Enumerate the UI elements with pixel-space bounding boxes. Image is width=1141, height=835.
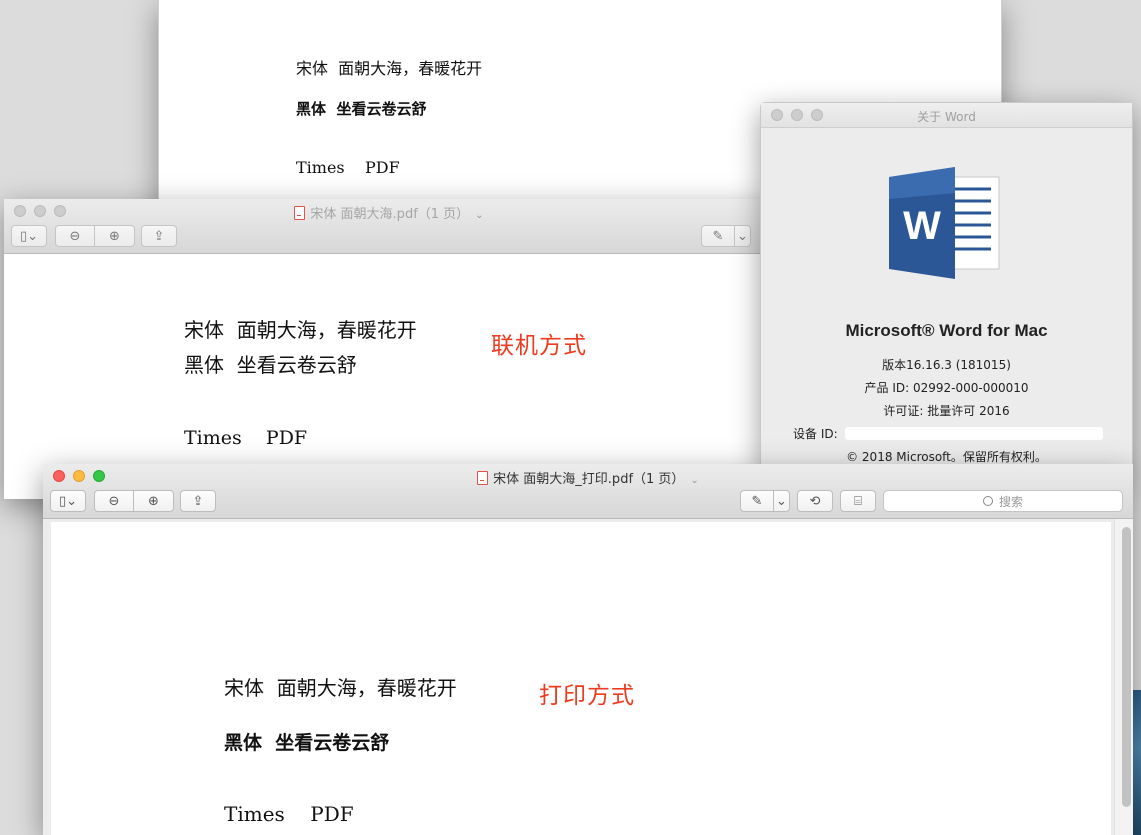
about-window-title: 关于 Word (917, 110, 976, 124)
pdf-window-print: 宋体 面朝大海_打印.pdf（1 页） ⌄ ▯⌄ ⊖ ⊕ ⇪ ✎ ⌄ ⟲ ⌸ 搜索… (43, 464, 1133, 835)
search-placeholder: 搜索 (998, 494, 1023, 509)
zoom-out-icon: ⊖ (108, 493, 120, 509)
zoom-out-icon: ⊖ (69, 228, 81, 244)
logo-letter: W (903, 204, 941, 248)
doc-line-heiti: 黑体 坐看云卷云舒 (296, 100, 427, 118)
toolbox-button[interactable]: ⌸ (840, 490, 876, 512)
zoom-out-button[interactable]: ⊖ (55, 225, 95, 247)
product-id-text: 产品 ID: 02992-000-000010 (864, 381, 1029, 395)
markup-button[interactable]: ✎ (701, 225, 735, 247)
rotate-icon: ⟲ (809, 493, 821, 509)
window-title-text: 宋体 面朝大海.pdf（1 页） (310, 207, 470, 222)
word-logo-icon: W (889, 167, 1000, 279)
markup-pen-icon: ✎ (712, 228, 724, 244)
zoom-out-button[interactable]: ⊖ (94, 490, 134, 512)
annotation-online: 联机方式 (491, 333, 587, 359)
toolbox-icon: ⌸ (854, 493, 862, 509)
window-title-text: 宋体 面朝大海_打印.pdf（1 页） (493, 472, 685, 487)
chevron-down-icon: ⌄ (776, 493, 787, 509)
pdf-line-heiti: 黑体 坐看云卷云舒 (224, 732, 390, 754)
sidebar-icon: ▯⌄ (58, 493, 78, 509)
pdf-viewport: 宋体 面朝大海，春暖花开 黑体 坐看云卷云舒 Times PDF 打印方式 (43, 519, 1133, 835)
pdf-line-times: Times PDF (184, 427, 308, 449)
markup-menu-button[interactable]: ⌄ (735, 225, 751, 247)
version-text: 版本16.16.3 (181015) (882, 358, 1011, 372)
product-name: Microsoft® Word for Mac (845, 321, 1048, 340)
doc-line-songti: 宋体 面朝大海，春暖花开 (296, 59, 483, 78)
sidebar-toggle-button[interactable]: ▯⌄ (11, 225, 47, 247)
annotation-print: 打印方式 (539, 683, 635, 709)
about-titlebar: 关于 Word (761, 103, 1132, 128)
pdf-line-heiti: 黑体 坐看云卷云舒 (184, 353, 357, 377)
window-titlebar: 宋体 面朝大海.pdf（1 页） ⌄ ▯⌄ ⊖ ⊕ ⇪ ✎ ⌄ (4, 199, 774, 254)
pdf-line-times: Times PDF (224, 802, 354, 826)
window-titlebar: 宋体 面朝大海_打印.pdf（1 页） ⌄ ▯⌄ ⊖ ⊕ ⇪ ✎ ⌄ ⟲ ⌸ 搜索 (43, 464, 1133, 519)
share-button[interactable]: ⇪ (141, 225, 177, 247)
markup-menu-button[interactable]: ⌄ (774, 490, 790, 512)
share-icon: ⇪ (192, 493, 204, 509)
share-button[interactable]: ⇪ (180, 490, 216, 512)
zoom-in-icon: ⊕ (109, 228, 120, 244)
scroll-track[interactable] (1114, 519, 1133, 835)
chevron-down-icon: ⌄ (737, 228, 748, 244)
share-icon: ⇪ (153, 228, 165, 244)
about-word-window: 关于 Word W Microsoft® Word for Mac 版本16.1… (760, 102, 1133, 474)
device-id-row: 设备 ID: (793, 425, 1104, 442)
pdf-content: 宋体 面朝大海，春暖花开 黑体 坐看云卷云舒 Times PDF 联机方式 (4, 254, 774, 499)
pdf-file-icon (294, 206, 306, 220)
sidebar-icon: ▯⌄ (19, 228, 39, 244)
zoom-in-button[interactable]: ⊕ (95, 225, 135, 247)
pdf-line-songti: 宋体 面朝大海，春暖花开 (184, 318, 417, 342)
device-id-label: 设备 ID: (793, 427, 842, 441)
pdf-file-icon (477, 471, 489, 485)
pdf-page: 宋体 面朝大海，春暖花开 黑体 坐看云卷云舒 Times PDF 打印方式 (51, 522, 1111, 835)
doc-line-times: Times PDF (296, 158, 400, 177)
chevron-down-icon[interactable]: ⌄ (475, 210, 483, 221)
rotate-button[interactable]: ⟲ (797, 490, 833, 512)
zoom-in-icon: ⊕ (148, 493, 159, 509)
pdf-window-online: 宋体 面朝大海.pdf（1 页） ⌄ ▯⌄ ⊖ ⊕ ⇪ ✎ ⌄ 宋体 面朝大海，春… (4, 199, 774, 499)
search-input[interactable]: 搜索 (883, 490, 1123, 512)
markup-button[interactable]: ✎ (740, 490, 774, 512)
chevron-down-icon[interactable]: ⌄ (690, 475, 698, 486)
copyright-text: © 2018 Microsoft。保留所有权利。 (846, 450, 1047, 464)
sidebar-toggle-button[interactable]: ▯⌄ (50, 490, 86, 512)
redacted-device-id (845, 427, 1104, 440)
pdf-line-songti: 宋体 面朝大海，春暖花开 (224, 676, 457, 700)
zoom-in-button[interactable]: ⊕ (134, 490, 174, 512)
window-title: 宋体 面朝大海_打印.pdf（1 页） ⌄ (43, 468, 1133, 487)
window-title: 宋体 面朝大海.pdf（1 页） ⌄ (4, 203, 774, 222)
license-text: 许可证: 批量许可 2016 (883, 404, 1010, 418)
scrollbar-thumb[interactable] (1122, 527, 1131, 807)
markup-pen-icon: ✎ (751, 493, 763, 509)
